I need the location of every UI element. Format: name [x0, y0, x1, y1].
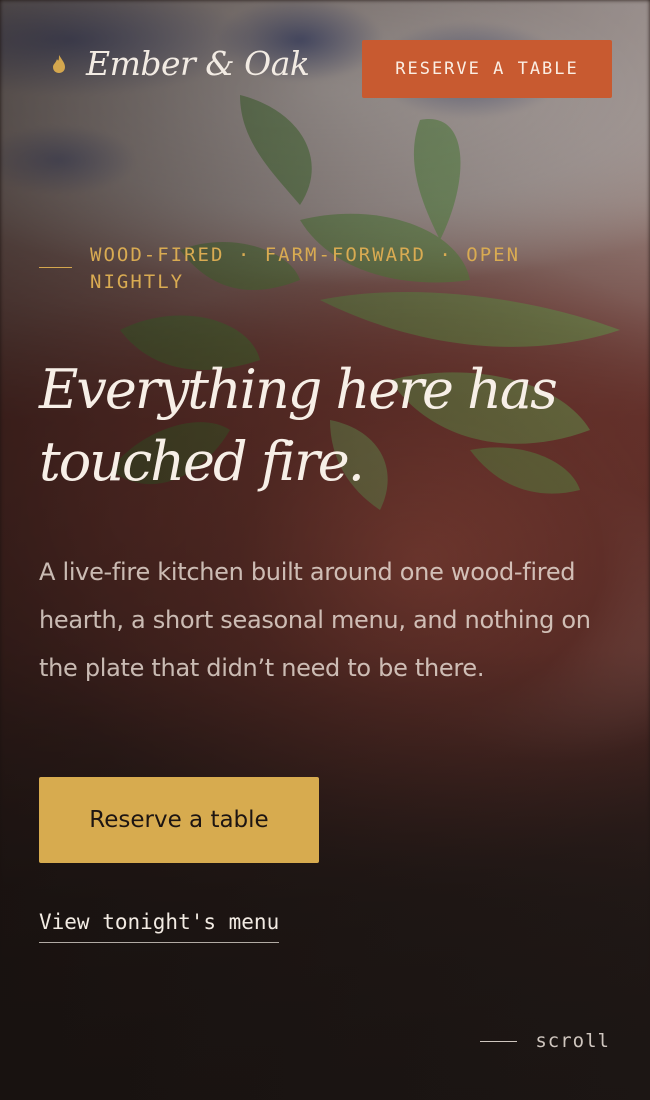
flame-icon	[53, 54, 65, 73]
site-header: Ember & Oak RESERVE A TABLE	[0, 0, 650, 140]
eyebrow: WOOD-FIRED · FARM-FORWARD · OPEN NIGHTLY	[39, 242, 599, 296]
eyebrow-text: WOOD-FIRED · FARM-FORWARD · OPEN NIGHTLY	[90, 244, 521, 293]
scroll-line	[480, 1040, 518, 1042]
brand-name: Ember & Oak	[86, 44, 310, 83]
reserve-table-button[interactable]: Reserve a table	[39, 777, 319, 863]
hero-description: A live-fire kitchen built around one woo…	[39, 558, 591, 682]
scroll-indicator[interactable]: scroll	[480, 1030, 610, 1052]
hero-content: WOOD-FIRED · FARM-FORWARD · OPEN NIGHTLY…	[39, 242, 599, 692]
hero-section: Ember & Oak RESERVE A TABLE WOOD-FIRED ·…	[0, 0, 650, 1100]
view-menu-link[interactable]: View tonight's menu	[39, 910, 280, 943]
hero-headline: Everything here has touched fire.	[39, 358, 558, 493]
reserve-table-header-button[interactable]: RESERVE A TABLE	[362, 40, 612, 98]
eyebrow-rule	[39, 267, 72, 268]
brand-logo-link[interactable]: Ember & Oak	[52, 44, 310, 83]
scroll-label: scroll	[535, 1030, 610, 1052]
